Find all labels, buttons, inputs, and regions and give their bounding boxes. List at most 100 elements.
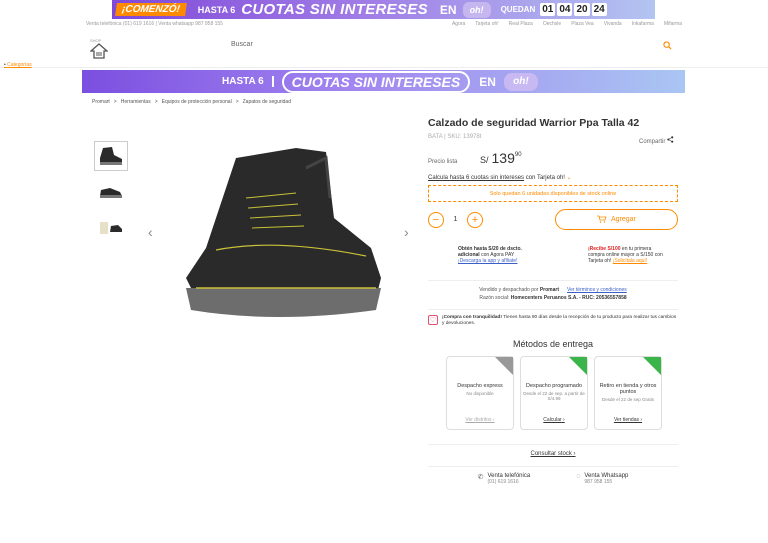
breadcrumb-item[interactable]: Promart — [92, 99, 110, 105]
breadcrumb-separator: > — [235, 99, 239, 105]
share-icon — [667, 136, 674, 145]
corner-badge — [569, 357, 587, 375]
banner-en: EN — [439, 2, 457, 17]
thumbnail-list — [94, 141, 128, 243]
delivery-card-programado[interactable]: Despacho programado Desde el 22 de sep. … — [520, 356, 588, 430]
delivery-card-title: Retiro en tienda y otros puntos — [599, 383, 657, 395]
partner-link[interactable]: Inkafarma — [632, 21, 654, 30]
offers-row: Obtén hasta S/20 de dscto. adicional con… — [428, 238, 678, 272]
promo-banner[interactable]: HASTA 6 CUOTAS SIN INTERESES EN oh! — [82, 70, 685, 93]
quantity-value[interactable]: 1 — [444, 216, 467, 223]
delivery-cards: Despacho express No disponible Ver distr… — [428, 356, 678, 430]
phone-number: (01) 619 1616 — [487, 479, 519, 485]
consult-stock-link[interactable]: Consultar stock › — [428, 444, 678, 457]
delivery-card-title: Despacho express — [457, 383, 503, 389]
product-info: Calzado de seguridad Warrior Ppa Talla 4… — [428, 117, 679, 485]
seller-info: Vendido y despachado por Promart Ver térm… — [428, 280, 678, 302]
cart-icon — [596, 215, 607, 225]
delivery-card-express[interactable]: Despacho express No disponible Ver distr… — [446, 356, 514, 430]
contact-info: Venta telefónica (01) 619 1616 | Venta w… — [86, 21, 223, 27]
price-integer: 139 — [491, 150, 515, 166]
partner-link[interactable]: Tarjeta oh! — [475, 21, 498, 30]
oh-logo: oh! — [462, 1, 491, 18]
utility-bar: Venta telefónica (01) 619 1616 | Venta w… — [86, 21, 682, 30]
categories-menu[interactable]: • Categorías — [4, 62, 32, 68]
share-button[interactable]: Compartir — [639, 136, 674, 145]
whatsapp-icon: ◌ — [576, 473, 581, 480]
contact-row: ✆ Venta telefónica (01) 619 1616 ◌ Venta… — [428, 466, 678, 485]
delivery-methods-title: Métodos de entrega — [512, 339, 594, 349]
product-brand[interactable]: BATA — [428, 134, 442, 140]
agora-download-link[interactable]: ¡Descarga la app y afíliate! — [458, 258, 517, 264]
breadcrumb: Promart > Herramientas > Equipos de prot… — [92, 99, 291, 105]
prev-image-arrow[interactable]: ‹ — [148, 224, 153, 240]
oh-logo: oh! — [503, 72, 538, 91]
breadcrumb-separator: > — [154, 99, 158, 105]
countdown: 01 04 20 24 — [540, 3, 607, 16]
top-promo-banner[interactable]: ¡COMENZÓ! HASTA 6 CUOTAS SIN INTERESES E… — [112, 0, 655, 19]
ver-distritos-link[interactable]: Ver distritos › — [447, 417, 513, 423]
thumbnail-2[interactable] — [94, 177, 128, 207]
share-label: Compartir — [638, 139, 666, 145]
product-title: Calzado de seguridad Warrior Ppa Talla 4… — [428, 117, 640, 129]
cuotas-link-text: Calcula hasta 6 cuotas sin intereses — [428, 175, 525, 181]
delivery-card-sub: Desde el 22 de sep Gratis — [601, 397, 655, 402]
site-header: • Categorías SHOP Buscar — [0, 32, 768, 68]
next-image-arrow[interactable]: › — [404, 224, 409, 240]
countdown-hours: 04 — [557, 3, 573, 16]
partner-link[interactable]: Vivanda — [604, 21, 622, 30]
product-sku: SKU: 13978t — [447, 134, 482, 140]
whatsapp-contact[interactable]: ◌ Venta Whatsapp 987 958 155 — [576, 473, 628, 485]
seller-line1-pre: Vendido y despachado por — [479, 287, 540, 293]
partner-link[interactable]: Agora — [452, 21, 465, 30]
delivery-card-retiro[interactable]: Retiro en tienda y otros puntos Desde el… — [594, 356, 662, 430]
partner-link[interactable]: Oechsle — [543, 21, 561, 30]
cuotas-suffix: con Tarjeta oh! — [524, 175, 565, 181]
breadcrumb-separator: > — [113, 99, 117, 105]
delivery-card-sub: No disponible — [466, 391, 494, 396]
promo-cuotas: CUOTAS SIN INTERESES — [281, 70, 471, 93]
categories-label: Categorías — [7, 62, 32, 68]
quantity-row: − 1 + Agregar — [428, 209, 679, 230]
partner-link[interactable]: Plaza Vea — [571, 21, 594, 30]
delivery-card-sub: Desde el 22 de sep. a partir de S/4.99 — [523, 391, 585, 401]
partner-links: Agora Tarjeta oh! Real Plaza Oechsle Pla… — [452, 21, 682, 30]
ver-tiendas-link[interactable]: Ver tiendas › — [595, 417, 661, 423]
cuotas-calculator-link[interactable]: Calcula hasta 6 cuotas sin intereses con… — [428, 174, 678, 181]
partner-link[interactable]: Mifarma — [664, 21, 682, 30]
partner-link[interactable]: Real Plaza — [509, 21, 533, 30]
price-label: Precio lista — [428, 159, 458, 165]
increase-quantity-button[interactable]: + — [467, 211, 483, 228]
breadcrumb-item[interactable]: Zapatos de seguridad — [243, 99, 291, 105]
phone-contact[interactable]: ✆ Venta telefónica (01) 619 1616 — [478, 473, 531, 485]
countdown-seconds: 24 — [591, 3, 607, 16]
seller-ruc: Homecenters Peruanos S.A. - RUC: 2053655… — [510, 295, 627, 301]
promo-hasta: HASTA 6 — [222, 76, 274, 87]
guarantee-notice: ♡ ¡Compra con tranquilidad! Tienes hasta… — [428, 309, 678, 327]
delivery-card-title: Despacho programado — [526, 383, 582, 389]
price-decimals: 90 — [514, 152, 522, 158]
seller-line2-pre: Razón social: — [479, 295, 511, 301]
stock-notice: Solo quedan 6 unidades disponibles de st… — [428, 185, 678, 202]
promo-en: EN — [479, 74, 496, 89]
logo[interactable]: SHOP — [89, 38, 109, 60]
calcular-link[interactable]: Calcular › — [521, 417, 587, 423]
breadcrumb-item[interactable]: Equipos de protección personal — [162, 99, 232, 105]
house-logo-icon — [89, 43, 109, 59]
search-icon[interactable] — [663, 41, 672, 50]
terms-link[interactable]: Ver términos y condiciones — [567, 287, 627, 293]
decrease-quantity-button[interactable]: − — [428, 211, 444, 228]
price-currency: S/ — [480, 155, 489, 165]
chevron-down-icon: ⌄ — [566, 175, 572, 181]
breadcrumb-item[interactable]: Herramientas — [121, 99, 151, 105]
oh-request-link[interactable]: ¡Solicítala aquí! — [613, 258, 647, 264]
thumbnail-1[interactable] — [94, 141, 128, 171]
search-input[interactable]: Buscar — [231, 41, 253, 48]
guarantee-text: ¡Compra con tranquilidad! Tienes hasta 9… — [442, 315, 678, 327]
add-to-cart-button[interactable]: Agregar — [554, 209, 679, 230]
banner-cuotas: CUOTAS SIN INTERESES — [241, 1, 428, 18]
thumbnail-3[interactable] — [94, 213, 128, 243]
heart-icon: ♡ — [428, 315, 438, 325]
price-row: Precio lista S/ 139 90 — [428, 150, 678, 166]
comenzo-tag: ¡COMENZÓ! — [115, 3, 187, 16]
